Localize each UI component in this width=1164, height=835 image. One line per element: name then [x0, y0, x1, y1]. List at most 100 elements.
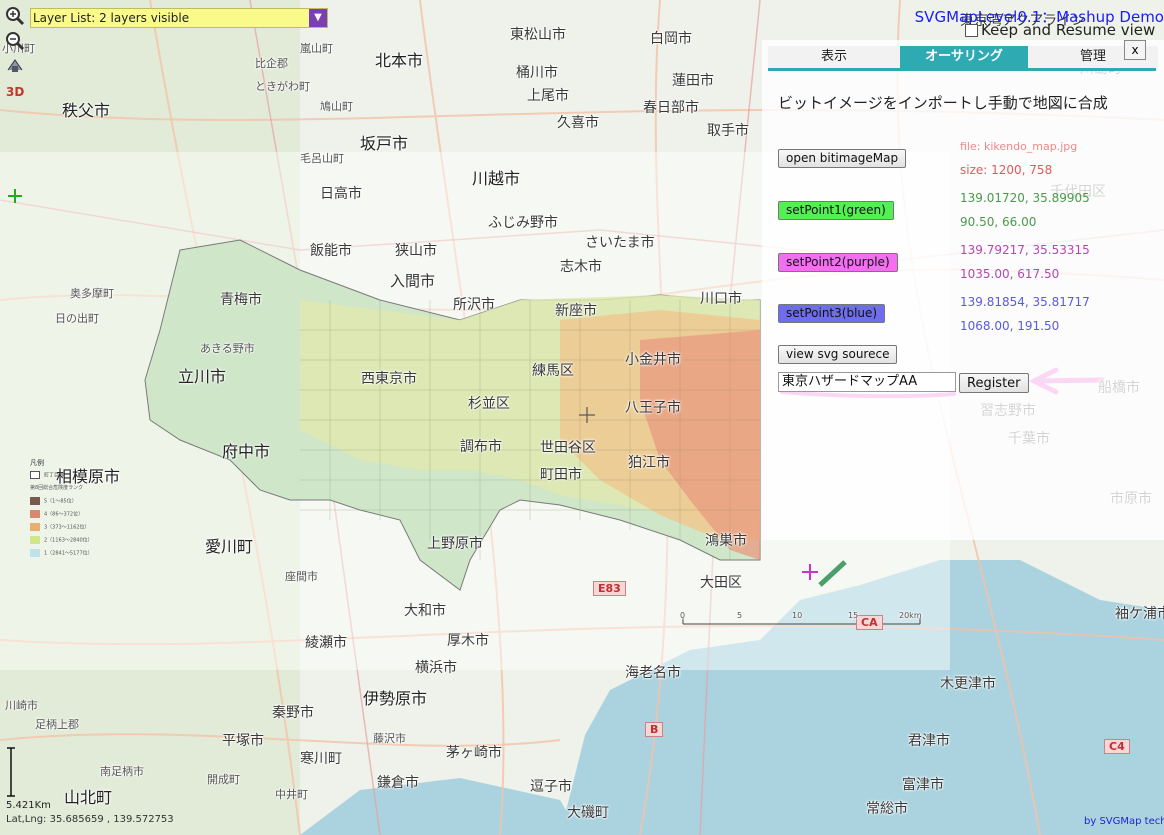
map-scale-label: 5.421Km	[6, 800, 51, 811]
road-shield-label: E83	[593, 581, 626, 596]
legend-label: 1（2841〜5177位）	[44, 550, 93, 557]
point1-latlng: 139.01720, 35.89905	[960, 191, 1090, 205]
place-label: 青梅市	[220, 292, 262, 308]
legend-label: 第8回総合危険度ランク	[30, 485, 84, 491]
legend-item: 町丁目界	[30, 471, 93, 484]
set-point2-button[interactable]: setPoint2(purple)	[778, 253, 898, 272]
place-label: 毛呂山町	[300, 152, 344, 165]
point3-latlng: 139.81854, 35.81717	[960, 295, 1090, 309]
place-label: 伊勢原市	[363, 689, 428, 708]
latlng-readout: Lat,Lng: 35.685659 , 139.572753	[6, 814, 174, 825]
legend-label: 5（1〜85位）	[44, 498, 77, 505]
place-label: 比企郡	[255, 57, 288, 70]
legend-swatch	[30, 497, 40, 505]
place-label: ときがわ町	[255, 80, 310, 93]
authoring-panel: 表示 オーサリング 管理 x ビットイメージをインポートし手動で地図に合成 op…	[762, 40, 1164, 540]
place-label: 海老名市	[625, 665, 681, 681]
set-point1-button[interactable]: setPoint1(green)	[778, 201, 894, 220]
place-label: 蓮田市	[672, 73, 714, 89]
place-label: 鳩山町	[320, 100, 353, 113]
place-label: 袖ケ浦市	[1115, 606, 1164, 622]
point3-xy: 1068.00, 191.50	[960, 319, 1060, 333]
legend-swatch	[30, 523, 40, 531]
place-label: 富津市	[902, 777, 944, 793]
place-label: 西東京市	[361, 371, 417, 387]
place-label: 嵐山町	[300, 42, 333, 55]
place-label: 春日部市	[643, 100, 699, 116]
place-label: 常総市	[866, 801, 908, 817]
tab-display[interactable]: 表示	[768, 46, 900, 68]
legend-label: 4（86〜372位）	[44, 511, 84, 518]
place-label: 藤沢市	[373, 732, 406, 745]
place-label: 日の出町	[55, 312, 99, 325]
place-label: 大和市	[404, 603, 446, 619]
place-label: 志木市	[560, 259, 602, 275]
legend-item: 5（1〜85位）	[30, 497, 93, 510]
place-label: 秩父市	[62, 101, 111, 120]
point2-latlng: 139.79217, 35.53315	[960, 243, 1090, 257]
map-name-input[interactable]: 東京ハザードマップAA	[778, 372, 956, 392]
place-label: 北本市	[375, 51, 424, 70]
road-shield-label: B	[645, 722, 664, 737]
place-label: 府中市	[222, 442, 271, 461]
place-label: 綾瀬市	[305, 635, 347, 651]
place-label: 開成町	[207, 773, 240, 786]
zoom-in-icon[interactable]	[5, 6, 25, 26]
map-toolbar: 3D	[5, 6, 27, 106]
tab-authoring[interactable]: オーサリング	[900, 46, 1028, 68]
view-svg-source-button[interactable]: view svg sourece	[778, 345, 898, 364]
place-label: あきる野市	[200, 342, 255, 355]
layer-list-select[interactable]: Layer List: 2 layers visible ▼	[30, 8, 328, 28]
place-label: 狭山市	[395, 243, 437, 259]
checkbox-icon[interactable]	[965, 24, 978, 37]
place-label: 奥多摩町	[70, 287, 114, 300]
keep-resume-checkbox[interactable]: Keep and Resume view	[965, 21, 1155, 39]
chevron-down-icon[interactable]: ▼	[309, 9, 327, 27]
place-label: 逗子市	[530, 779, 572, 795]
place-label: 木更津市	[940, 676, 996, 692]
panel-tabs: 表示 オーサリング 管理	[768, 46, 1158, 68]
place-label: 上野原市	[427, 536, 483, 552]
svg-text:3D: 3D	[6, 85, 24, 99]
gps-icon[interactable]	[5, 56, 25, 76]
place-label: 世田谷区	[540, 440, 596, 456]
zoom-out-icon[interactable]	[5, 31, 25, 51]
place-label: 東松山市	[510, 27, 566, 43]
legend-label: 2（1163〜2840位）	[44, 537, 93, 544]
place-label: 茅ヶ崎市	[446, 745, 502, 761]
place-label: 杉並区	[468, 396, 510, 412]
point2-xy: 1035.00, 617.50	[960, 267, 1060, 281]
place-label: 足柄上郡	[35, 718, 79, 731]
layer-list-label: Layer List: 2 layers visible	[33, 11, 190, 25]
place-label: 君津市	[908, 733, 950, 749]
place-label: 秦野市	[272, 705, 314, 721]
place-label: 白岡市	[650, 31, 692, 47]
place-label: 大田区	[700, 575, 742, 591]
place-label: 鴻巣市	[705, 533, 747, 549]
place-label: 厚木市	[447, 633, 489, 649]
open-bitimage-button[interactable]: open bitimageMap	[778, 149, 907, 168]
road-shield-label: CA	[856, 615, 883, 630]
place-label: 川越市	[472, 169, 521, 188]
place-label: 町田市	[540, 467, 582, 483]
legend-swatch	[30, 549, 40, 557]
legend-swatch	[30, 536, 40, 544]
set-point3-button[interactable]: setPoint3(blue)	[778, 304, 886, 323]
place-label: 大磯町	[567, 805, 609, 821]
place-label: 川口市	[700, 291, 742, 307]
legend-item: 2（1163〜2840位）	[30, 536, 93, 549]
register-button[interactable]: Register	[959, 373, 1029, 393]
close-button[interactable]: x	[1124, 40, 1146, 60]
legend-label: 町丁目界	[44, 472, 65, 479]
place-label: 狛江市	[628, 455, 670, 471]
legend-item: 3（373〜1162位）	[30, 523, 93, 536]
place-label: 八王子市	[625, 400, 681, 416]
3d-view-icon[interactable]: 3D	[5, 81, 25, 101]
place-label: 久喜市	[557, 115, 599, 131]
credit-link[interactable]: by SVGMap tech	[1084, 816, 1164, 827]
legend-label: 3（373〜1162位）	[44, 524, 90, 531]
place-label: 中井町	[275, 788, 308, 801]
place-label: 南足柄市	[100, 765, 144, 778]
place-label: 坂戸市	[360, 134, 409, 153]
legend-swatch	[30, 471, 40, 479]
